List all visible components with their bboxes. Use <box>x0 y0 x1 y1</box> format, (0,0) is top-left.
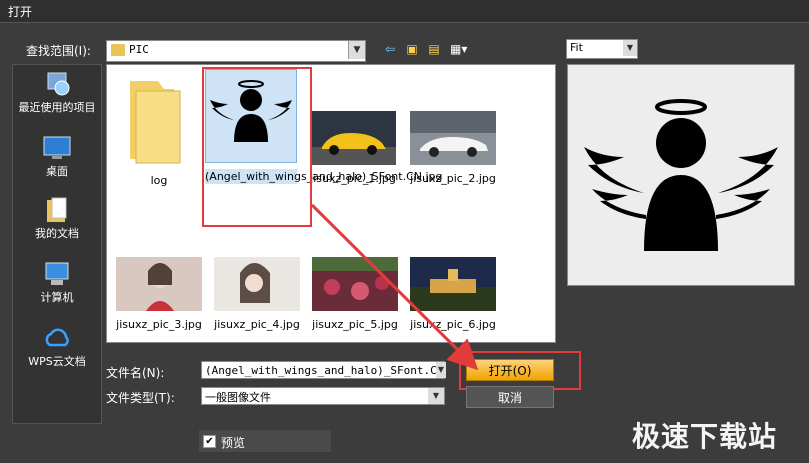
file-item-pic5[interactable]: jisuxz_pic_5.jpg <box>309 257 401 332</box>
file-item-pic4[interactable]: jisuxz_pic_4.jpg <box>211 257 303 332</box>
file-item-pic3[interactable]: jisuxz_pic_3.jpg <box>113 257 205 332</box>
file-name: jisuxz_pic_2.jpg <box>410 172 496 185</box>
place-documents[interactable]: 我的文档 <box>13 197 101 241</box>
preview-checkbox[interactable]: ✔ <box>203 435 216 448</box>
recent-icon <box>42 71 72 97</box>
lookin-label: 查找范围(I): <box>26 44 91 58</box>
place-desktop[interactable]: 桌面 <box>13 135 101 179</box>
fit-value: Fit <box>570 41 583 54</box>
chevron-down-icon[interactable]: ▼ <box>348 41 365 59</box>
highlight-selected-file <box>202 67 312 227</box>
file-item-log[interactable]: log <box>113 71 205 188</box>
preview-toggle[interactable]: ✔ 预览 <box>199 430 331 452</box>
lookin-value: PIC <box>129 43 149 56</box>
folder-icon <box>116 71 202 167</box>
cancel-button[interactable]: 取消 <box>466 386 554 408</box>
title-bar: 打开 <box>0 0 809 23</box>
angel-preview-image <box>584 99 778 251</box>
file-item-pic2[interactable]: jisuxz_pic_2.jpg <box>407 111 499 186</box>
highlight-open-button <box>459 351 581 390</box>
portrait-thumbnail <box>116 257 202 311</box>
file-list[interactable]: log (Angel_with_wings_and_halo)_SFont.CN… <box>106 64 556 343</box>
view-menu-icon[interactable]: ▦▾ <box>450 42 467 56</box>
back-icon[interactable]: ⇦ <box>382 42 398 56</box>
filetype-label: 文件类型(T): <box>106 391 175 405</box>
file-item-pic6[interactable]: jisuxz_pic_6.jpg <box>407 257 499 332</box>
filetype-value: 一般图像文件 <box>205 391 271 404</box>
filename-label: 文件名(N): <box>106 366 165 380</box>
folder-icon <box>111 44 125 56</box>
filetype-dropdown[interactable]: 一般图像文件 ▼ <box>201 387 445 405</box>
fit-dropdown[interactable]: Fit ▼ <box>566 39 638 59</box>
place-label: 桌面 <box>46 165 68 178</box>
file-name: jisuxz_pic_5.jpg <box>312 318 398 331</box>
city-night-thumbnail <box>410 257 496 311</box>
file-name: jisuxz_pic_1.jpg <box>310 172 396 185</box>
file-name: jisuxz_pic_6.jpg <box>410 318 496 331</box>
computer-icon <box>42 261 72 287</box>
file-name: jisuxz_pic_3.jpg <box>116 318 202 331</box>
place-label: WPS云文档 <box>28 355 86 368</box>
flowers-thumbnail <box>312 257 398 311</box>
up-folder-icon[interactable]: ▣ <box>404 42 420 56</box>
portrait-thumbnail <box>214 257 300 311</box>
new-folder-icon[interactable]: ▤ <box>426 42 442 56</box>
desktop-icon <box>42 135 72 161</box>
lookin-dropdown[interactable]: PIC ▼ <box>106 40 366 62</box>
place-computer[interactable]: 计算机 <box>13 261 101 305</box>
car-yellow-thumbnail <box>310 111 396 165</box>
cloud-icon <box>42 325 72 351</box>
file-item-pic1[interactable]: jisuxz_pic_1.jpg <box>307 111 399 186</box>
file-name: log <box>150 174 168 187</box>
watermark-logo: 极速下载站 <box>632 420 778 453</box>
preview-label: 预览 <box>221 436 246 450</box>
car-white-thumbnail <box>410 111 496 165</box>
window-title: 打开 <box>8 5 33 19</box>
place-label: 计算机 <box>40 291 74 304</box>
preview-pane <box>567 64 795 286</box>
documents-icon <box>42 197 72 223</box>
chevron-down-icon[interactable]: ▼ <box>428 388 444 404</box>
place-wps-cloud[interactable]: WPS云文档 <box>13 325 101 369</box>
place-label: 最近使用的项目 <box>18 101 96 114</box>
places-bar: 最近使用的项目 桌面 我的文档 计算机 WPS云文档 <box>12 64 102 424</box>
chevron-down-icon[interactable]: ▼ <box>623 40 637 56</box>
place-recent[interactable]: 最近使用的项目 <box>13 71 101 115</box>
place-label: 我的文档 <box>35 227 79 240</box>
chevron-down-icon[interactable]: ▼ <box>436 362 446 378</box>
file-name: jisuxz_pic_4.jpg <box>214 318 300 331</box>
filename-field[interactable]: (Angel_with_wings_and_halo)_SFont.CN. <box>201 361 445 379</box>
